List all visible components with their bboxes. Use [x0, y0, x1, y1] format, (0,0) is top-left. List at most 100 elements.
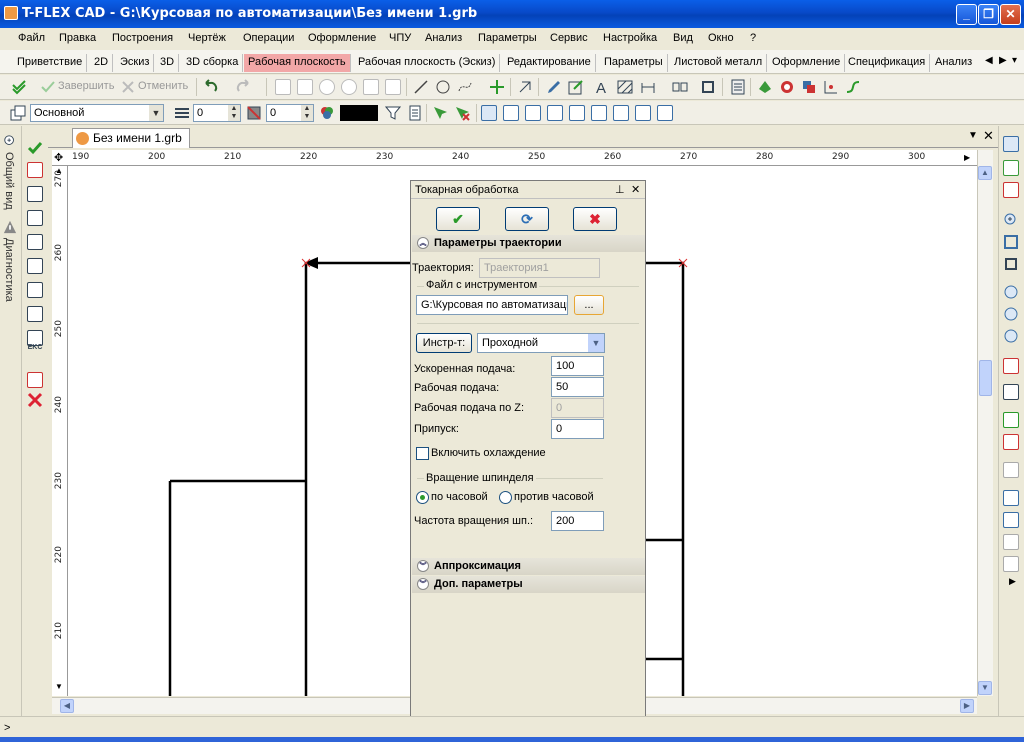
level-input[interactable]: 0 ▲ ▼: [193, 104, 241, 122]
box-view-icon[interactable]: [1003, 490, 1019, 506]
cancel-button[interactable]: Отменить: [138, 80, 188, 92]
circle-icon[interactable]: [435, 79, 451, 95]
snap-surface-icon[interactable]: [635, 105, 651, 121]
arc-tool-icon[interactable]: [341, 79, 357, 95]
tabs-scroll-left-icon[interactable]: ◀: [985, 55, 993, 66]
tab-sketch[interactable]: Эскиз: [116, 54, 155, 72]
hatch-icon[interactable]: [617, 79, 633, 95]
level-spin[interactable]: ▲ ▼: [228, 105, 240, 121]
line-icon[interactable]: [413, 79, 429, 95]
double-check-icon[interactable]: [12, 79, 28, 95]
filter-icon[interactable]: [385, 105, 401, 121]
color-swatch[interactable]: [340, 105, 378, 121]
snap-icon[interactable]: [517, 79, 533, 95]
layers-icon[interactable]: [801, 79, 817, 95]
allowance-input[interactable]: 0: [551, 419, 604, 439]
tool-button[interactable]: Инстр-т:: [416, 333, 472, 353]
zoom-all-icon[interactable]: [1003, 306, 1019, 322]
tab-2d[interactable]: 2D: [90, 54, 114, 72]
drilling-icon[interactable]: [27, 258, 43, 274]
close-button[interactable]: ✕: [1000, 4, 1021, 25]
select-filter-icon[interactable]: [432, 105, 448, 121]
menu-help[interactable]: ?: [750, 32, 756, 44]
pin-dialog-icon[interactable]: ⊥: [615, 181, 625, 199]
tab-specification[interactable]: Спецификация: [844, 54, 931, 72]
pen-icon[interactable]: [546, 79, 562, 95]
ok-button[interactable]: ✔: [436, 207, 480, 231]
collapse-icon[interactable]: ︽: [417, 237, 429, 249]
close-dialog-icon[interactable]: ✕: [631, 181, 640, 199]
tab-parameters[interactable]: Параметры: [600, 54, 668, 72]
zoom-out-icon[interactable]: [1003, 328, 1019, 344]
cooling-checkbox[interactable]: [416, 447, 429, 460]
overview-tab[interactable]: Общий вид: [3, 152, 15, 210]
color-icon[interactable]: [319, 105, 335, 121]
redo-icon[interactable]: [235, 79, 251, 95]
calculator-icon[interactable]: [730, 79, 746, 95]
spline-icon[interactable]: [457, 79, 473, 95]
deselect-filter-icon[interactable]: [454, 105, 470, 121]
erase-icon[interactable]: [385, 79, 401, 95]
section-extra-params[interactable]: ︾ Доп. параметры: [412, 576, 645, 593]
scroll-down-icon[interactable]: ▼: [978, 681, 992, 695]
cube-icon[interactable]: [1003, 512, 1019, 528]
snap-dim-icon[interactable]: [569, 105, 585, 121]
spindle-speed-input[interactable]: 200: [551, 511, 604, 531]
menu-operations[interactable]: Операции: [243, 32, 294, 44]
more-icon[interactable]: ▶: [1009, 576, 1016, 587]
edit-icon[interactable]: [568, 79, 584, 95]
check-icon[interactable]: [1003, 412, 1019, 428]
zoom-window-icon[interactable]: [1003, 256, 1019, 272]
priority-spin[interactable]: ▲ ▼: [301, 105, 313, 121]
tab-formatting[interactable]: Оформление: [768, 54, 846, 72]
anchor-icon[interactable]: [297, 79, 313, 95]
undo-icon[interactable]: [203, 79, 219, 95]
cancel-dialog-button[interactable]: ✖: [573, 207, 617, 231]
doc-close-icon[interactable]: ✕: [983, 128, 994, 144]
dimension-icon[interactable]: [640, 79, 656, 95]
tabs-scroll-right-icon[interactable]: ▶: [999, 55, 1007, 66]
text-icon[interactable]: A: [594, 79, 610, 95]
zoom-fit-icon[interactable]: [1003, 234, 1019, 250]
scroll-left-icon[interactable]: ◀: [60, 699, 74, 713]
pocket-icon[interactable]: [27, 210, 43, 226]
goto-icon[interactable]: [27, 372, 43, 388]
snap-fragment-icon[interactable]: [657, 105, 673, 121]
path-icon[interactable]: [845, 79, 861, 95]
snap-text-icon[interactable]: [591, 105, 607, 121]
sheet-icon[interactable]: [1003, 556, 1019, 572]
zoom-icon[interactable]: [3, 134, 17, 148]
menu-formatting[interactable]: Оформление: [308, 32, 376, 44]
minimize-button[interactable]: _: [956, 4, 977, 25]
delete-icon[interactable]: [27, 392, 43, 408]
doc-menu-icon[interactable]: ▼: [968, 130, 978, 141]
grid-icon[interactable]: [363, 79, 379, 95]
tab-workplane-sketch[interactable]: Рабочая плоскость (Эскиз): [354, 54, 501, 72]
wrench-icon[interactable]: [1003, 534, 1019, 550]
document-tab[interactable]: Без имени 1.grb: [72, 128, 190, 148]
priority-input[interactable]: 0 ▲ ▼: [266, 104, 314, 122]
tool-file-field[interactable]: G:\Курсовая по автоматизаци: [416, 295, 568, 315]
pin-icon[interactable]: [275, 79, 291, 95]
work-feed-input[interactable]: 50: [551, 377, 604, 397]
tab-sheet-metal[interactable]: Листовой металл: [670, 54, 768, 72]
cw-radio[interactable]: [416, 491, 429, 504]
confirm-icon[interactable]: [27, 140, 43, 156]
ekc-icon[interactable]: EKC: [26, 344, 44, 351]
tool-select[interactable]: Проходной ▼: [477, 333, 605, 353]
snap-lines-icon[interactable]: [503, 105, 519, 121]
menu-service[interactable]: Сервис: [550, 32, 588, 44]
tabs-menu-icon[interactable]: ▾: [1012, 55, 1017, 66]
model-icon[interactable]: [757, 79, 773, 95]
undo-view-icon[interactable]: [1003, 462, 1019, 478]
tab-analysis[interactable]: Анализ: [931, 54, 976, 72]
magnet-icon[interactable]: [1003, 136, 1019, 152]
vertical-scroll-thumb[interactable]: [979, 360, 992, 396]
menu-window[interactable]: Окно: [708, 32, 734, 44]
pages-icon[interactable]: [1003, 384, 1019, 400]
points-icon[interactable]: [823, 79, 839, 95]
contour-icon[interactable]: [27, 186, 43, 202]
render-icon[interactable]: [1003, 358, 1019, 374]
view-icon[interactable]: [779, 79, 795, 95]
menu-drawing[interactable]: Чертёж: [188, 32, 226, 44]
